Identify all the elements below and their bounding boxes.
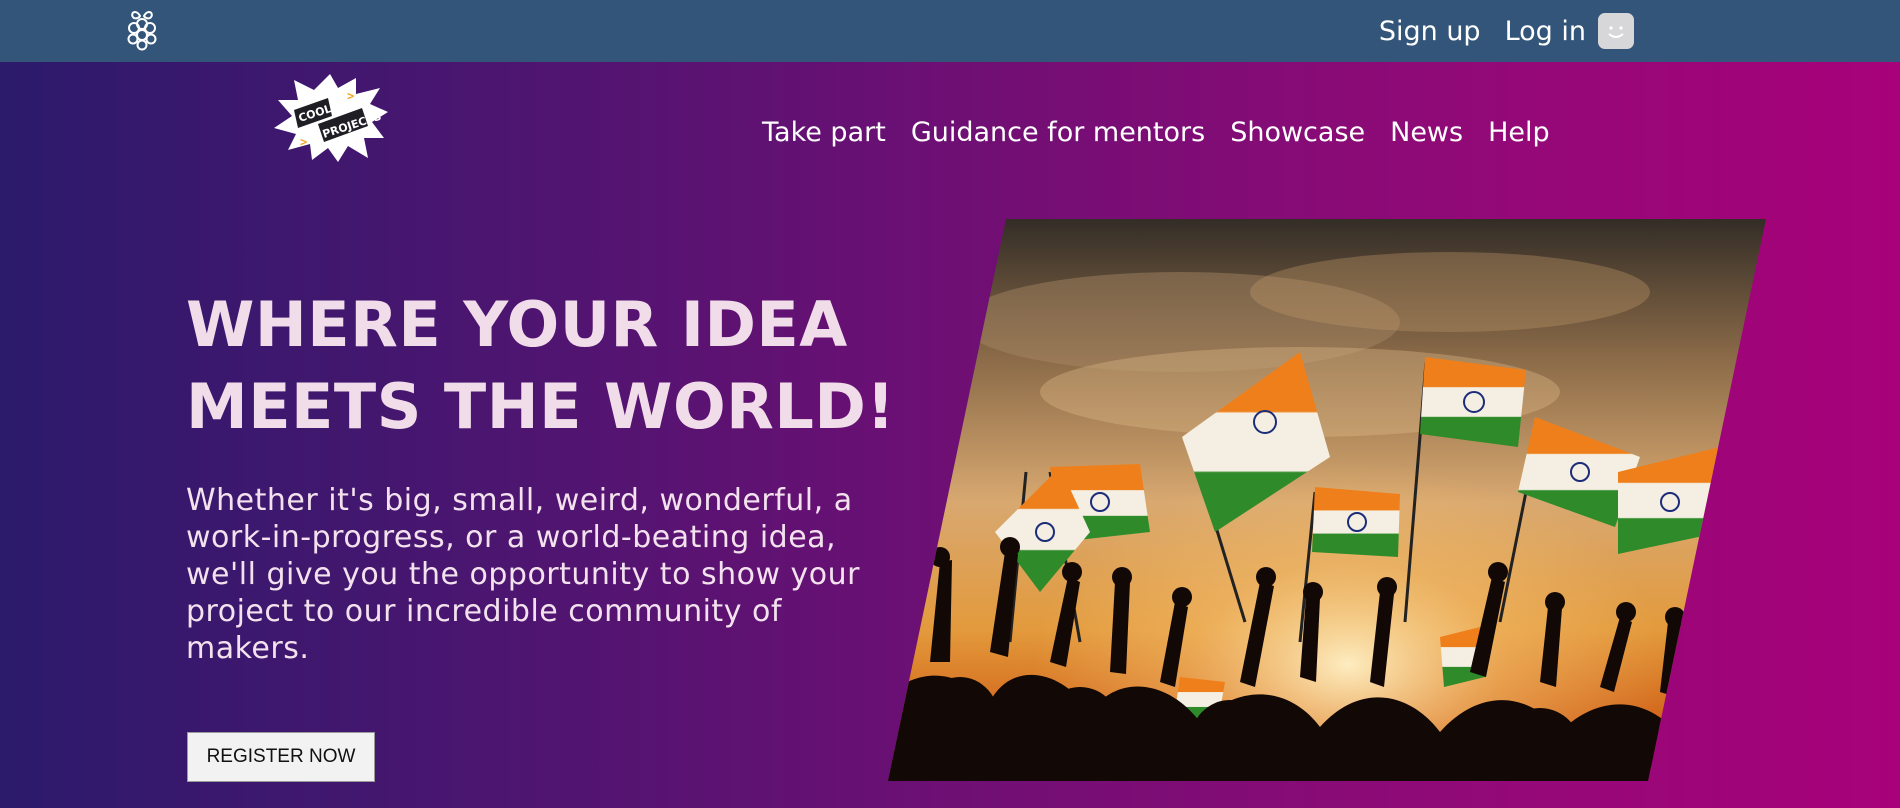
top-bar: Sign up Log in <box>0 0 1900 62</box>
register-now-button[interactable]: REGISTER NOW <box>187 732 375 782</box>
signup-link[interactable]: Sign up <box>1379 16 1481 47</box>
login-link[interactable]: Log in <box>1505 16 1586 47</box>
hero-headline: WHERE YOUR IDEA MEETS THE WORLD! <box>186 284 906 448</box>
hero-section: COOLEST PROJECTS > > Take part Guidance … <box>0 62 1900 808</box>
raspberry-pi-icon[interactable] <box>124 8 160 52</box>
hero-subtext: Whether it's big, small, weird, wonderfu… <box>186 483 860 666</box>
avatar[interactable] <box>1598 13 1634 49</box>
headline-line2: MEETS THE WORLD! <box>186 370 896 443</box>
headline-line1: WHERE YOUR IDEA <box>186 288 848 361</box>
smiley-avatar-icon <box>1608 26 1624 38</box>
auth-links: Sign up Log in <box>1355 0 1634 62</box>
